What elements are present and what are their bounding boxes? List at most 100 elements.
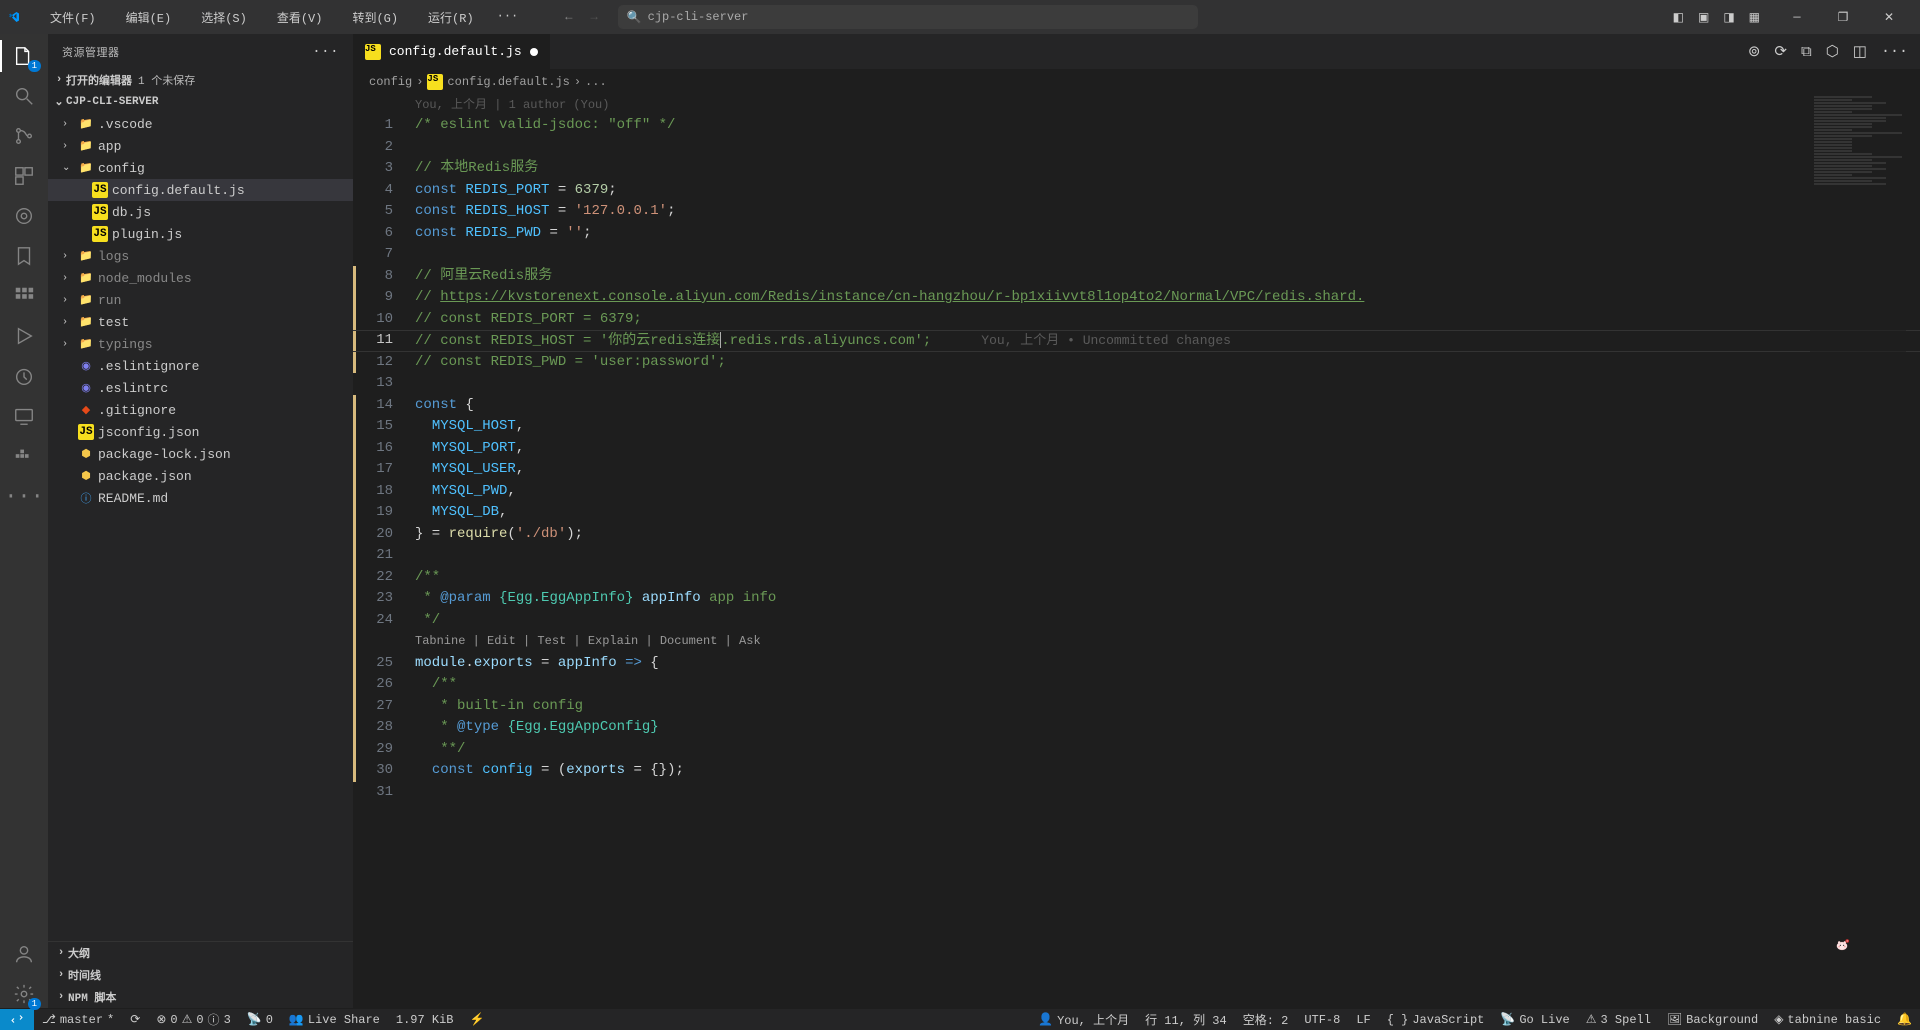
activity-search-icon[interactable] bbox=[10, 82, 38, 110]
status-sync[interactable]: ⟳ bbox=[122, 1009, 148, 1030]
status-spaces[interactable]: 空格: 2 bbox=[1235, 1009, 1297, 1030]
folder-app[interactable]: ›📁app bbox=[48, 135, 353, 157]
code-line-14[interactable]: const { bbox=[415, 395, 1810, 417]
npm-section[interactable]: ›NPM 脚本 bbox=[48, 986, 353, 1008]
nav-back-icon[interactable]: ← bbox=[565, 10, 572, 24]
code-line-1[interactable]: /* eslint valid-jsdoc: "off" */ bbox=[415, 115, 1810, 137]
file-jsconfig.json[interactable]: JSjsconfig.json bbox=[48, 421, 353, 443]
open-editors-section[interactable]: ›打开的编辑器1 个未保存 bbox=[48, 69, 353, 91]
sidebar-more-icon[interactable]: ··· bbox=[312, 44, 339, 60]
hex-icon[interactable]: ⬡ bbox=[1826, 42, 1839, 61]
code-line-13[interactable] bbox=[415, 373, 1810, 395]
status-ports[interactable]: 📡0 bbox=[239, 1009, 281, 1030]
code-line-29[interactable]: **/ bbox=[415, 739, 1810, 761]
menu-run[interactable]: 运行(R) bbox=[414, 6, 488, 29]
code-line-25[interactable]: module.exports = appInfo => { bbox=[415, 653, 1810, 675]
menu-more-icon[interactable]: ··· bbox=[490, 6, 526, 29]
code-line-17[interactable]: MYSQL_USER, bbox=[415, 459, 1810, 481]
file-db.js[interactable]: JSdb.js bbox=[48, 201, 353, 223]
activity-account-icon[interactable] bbox=[10, 940, 38, 968]
folder-config[interactable]: ⌄📁config bbox=[48, 157, 353, 179]
menu-selection[interactable]: 选择(S) bbox=[187, 6, 261, 29]
code-line-30[interactable]: const config = (exports = {}); bbox=[415, 760, 1810, 782]
folder-logs[interactable]: ›📁logs bbox=[48, 245, 353, 267]
code-line-16[interactable]: MYSQL_PORT, bbox=[415, 438, 1810, 460]
activity-more-icon[interactable]: ··· bbox=[10, 482, 38, 510]
breadcrumb[interactable]: config› JS config.default.js› ... bbox=[353, 69, 1920, 95]
activity-docker-icon[interactable] bbox=[10, 442, 38, 470]
timeline-section[interactable]: ›时间线 bbox=[48, 964, 353, 986]
link-icon[interactable]: ⧉ bbox=[1801, 43, 1812, 61]
file-README.md[interactable]: ⓘREADME.md bbox=[48, 487, 353, 509]
file-package.json[interactable]: ⬢package.json bbox=[48, 465, 353, 487]
window-maximize-icon[interactable]: ❐ bbox=[1820, 0, 1866, 34]
status-prettier[interactable]: ⚡ bbox=[462, 1009, 493, 1030]
status-problems[interactable]: ⊗0 ⚠0 ⓘ3 bbox=[148, 1009, 238, 1030]
status-liveshare[interactable]: 👥Live Share bbox=[281, 1009, 388, 1030]
code-line-15[interactable]: MYSQL_HOST, bbox=[415, 416, 1810, 438]
code-line-27[interactable]: * built-in config bbox=[415, 696, 1810, 718]
breadcrumb-item[interactable]: config.default.js bbox=[447, 75, 569, 89]
compass-icon[interactable]: ⊚ bbox=[1748, 42, 1761, 61]
tab-more-icon[interactable]: ··· bbox=[1881, 43, 1908, 60]
code-line-8[interactable]: // 阿里云Redis服务 bbox=[415, 266, 1810, 288]
code-line-11[interactable]: // const REDIS_HOST = '你的云redis连接.redis.… bbox=[415, 330, 1810, 352]
activity-timer-icon[interactable] bbox=[10, 362, 38, 390]
status-filesize[interactable]: 1.97 KiB bbox=[388, 1009, 462, 1030]
code-line-19[interactable]: MYSQL_DB, bbox=[415, 502, 1810, 524]
menu-view[interactable]: 查看(V) bbox=[263, 6, 337, 29]
status-background[interactable]: 🖼Background bbox=[1659, 1009, 1766, 1030]
activity-settings-icon[interactable]: 1 bbox=[10, 980, 38, 1008]
code-line-31[interactable] bbox=[415, 782, 1810, 804]
code-line-23[interactable]: * @param {Egg.EggAppInfo} appInfo app in… bbox=[415, 588, 1810, 610]
project-section[interactable]: ⌄CJP-CLI-SERVER bbox=[48, 91, 353, 113]
code-line-7[interactable] bbox=[415, 244, 1810, 266]
status-eol[interactable]: LF bbox=[1348, 1009, 1378, 1030]
refresh-icon[interactable]: ⟳ bbox=[1774, 42, 1787, 61]
code-lines[interactable]: /* eslint valid-jsdoc: "off" */ // 本地Red… bbox=[415, 115, 1810, 803]
window-minimize-icon[interactable]: — bbox=[1774, 0, 1820, 34]
activity-scm-icon[interactable] bbox=[10, 122, 38, 150]
status-spell[interactable]: ⚠3 Spell bbox=[1578, 1009, 1659, 1030]
command-center[interactable]: 🔍 cjp-cli-server bbox=[618, 5, 1198, 29]
code-line-26[interactable]: /** bbox=[415, 674, 1810, 696]
code-line-3[interactable]: // 本地Redis服务 bbox=[415, 158, 1810, 180]
code-line-21[interactable] bbox=[415, 545, 1810, 567]
menu-file[interactable]: 文件(F) bbox=[36, 6, 110, 29]
code-line-4[interactable]: const REDIS_PORT = 6379; bbox=[415, 180, 1810, 202]
activity-gitlens-icon[interactable] bbox=[10, 202, 38, 230]
code-line-6[interactable]: const REDIS_PWD = ''; bbox=[415, 223, 1810, 245]
breadcrumb-item[interactable]: config bbox=[369, 75, 412, 89]
layout-panel-icon[interactable]: ▣ bbox=[1698, 10, 1709, 25]
file-.eslintignore[interactable]: ◉.eslintignore bbox=[48, 355, 353, 377]
code-line-20[interactable]: } = require('./db'); bbox=[415, 524, 1810, 546]
file-config.default.js[interactable]: JSconfig.default.js bbox=[48, 179, 353, 201]
folder-typings[interactable]: ›📁typings bbox=[48, 333, 353, 355]
status-tabnine[interactable]: ◈tabnine basic bbox=[1766, 1009, 1889, 1030]
activity-explorer-icon[interactable]: 1 bbox=[10, 42, 38, 70]
folder-node_modules[interactable]: ›📁node_modules bbox=[48, 267, 353, 289]
window-close-icon[interactable]: ✕ bbox=[1866, 0, 1912, 34]
nav-forward-icon[interactable]: → bbox=[590, 10, 597, 24]
outline-section[interactable]: ›大纲 bbox=[48, 942, 353, 964]
activity-bookmark-icon[interactable] bbox=[10, 242, 38, 270]
code-line-18[interactable]: MYSQL_PWD, bbox=[415, 481, 1810, 503]
status-bell[interactable]: 🔔 bbox=[1889, 1009, 1920, 1030]
tab-config-default[interactable]: JS config.default.js bbox=[353, 34, 551, 69]
minimap[interactable] bbox=[1810, 95, 1906, 1008]
file-.gitignore[interactable]: ◆.gitignore bbox=[48, 399, 353, 421]
split-icon[interactable]: ◫ bbox=[1853, 42, 1867, 61]
activity-grid-icon[interactable] bbox=[10, 282, 38, 310]
code-line-9[interactable]: // https://kvstorenext.console.aliyun.co… bbox=[415, 287, 1810, 309]
breadcrumb-item[interactable]: ... bbox=[585, 75, 607, 89]
status-blame[interactable]: 👤You, 上个月 bbox=[1030, 1009, 1137, 1030]
activity-debug-icon[interactable] bbox=[10, 322, 38, 350]
folder-.vscode[interactable]: ›📁.vscode bbox=[48, 113, 353, 135]
status-golive[interactable]: 📡Go Live bbox=[1492, 1009, 1577, 1030]
status-language[interactable]: { }JavaScript bbox=[1379, 1009, 1493, 1030]
menu-edit[interactable]: 编辑(E) bbox=[112, 6, 186, 29]
code-line-22[interactable]: /** bbox=[415, 567, 1810, 589]
file-.eslintrc[interactable]: ◉.eslintrc bbox=[48, 377, 353, 399]
activity-remote-icon[interactable] bbox=[10, 402, 38, 430]
code-editor[interactable]: You, 上个月 | 1 author (You) 12345678910111… bbox=[353, 95, 1920, 1008]
